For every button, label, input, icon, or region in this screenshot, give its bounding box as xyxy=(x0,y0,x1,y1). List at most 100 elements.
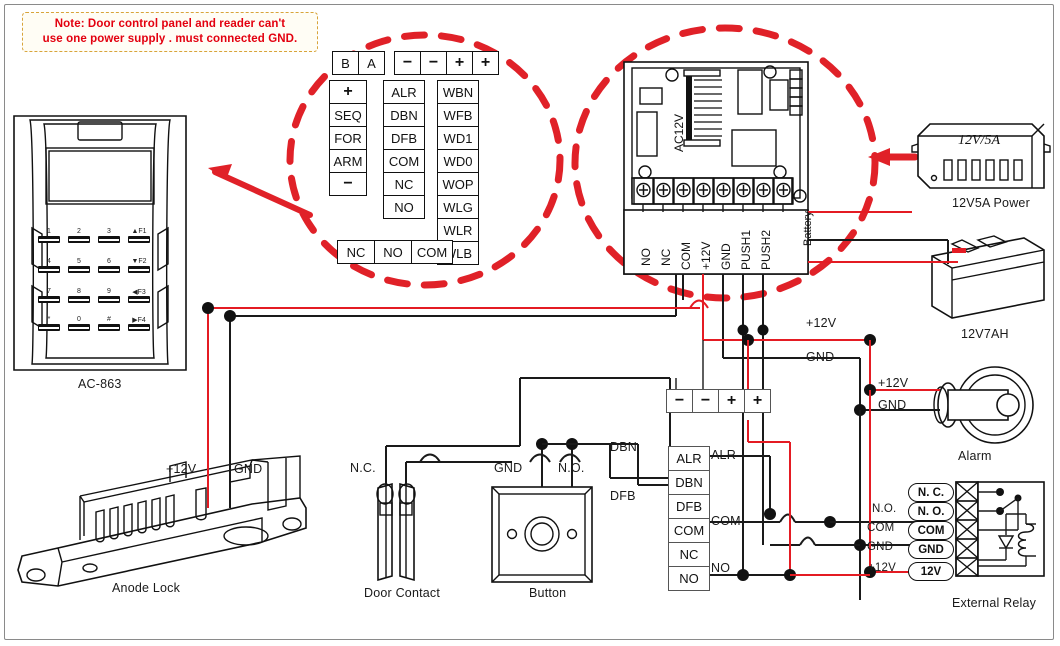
key-3[interactable] xyxy=(98,236,120,243)
key-label-6: 6 xyxy=(107,258,111,265)
terminal-cell-plus: + xyxy=(329,80,367,104)
relay-pin-nc: N. C. xyxy=(908,483,954,502)
panel-cell-alr: ALR xyxy=(668,446,710,471)
bus-label-gnd-top: GND xyxy=(806,350,835,364)
key-label-5: 5 xyxy=(77,258,81,265)
key-label-8: 8 xyxy=(77,288,81,295)
relay-pin-no: N. O. xyxy=(908,502,954,521)
panel-cell-dbn: DBN xyxy=(668,470,710,495)
key-5[interactable] xyxy=(68,266,90,273)
controller-battery-label: Battery xyxy=(802,211,814,246)
terminal-cell-seq: SEQ xyxy=(329,103,367,127)
terminal-cell-plus-1: + xyxy=(446,51,473,75)
controller-terminal-12v: +12V xyxy=(699,241,713,270)
key-1[interactable] xyxy=(38,236,60,243)
key-label-1: 1 xyxy=(47,228,51,235)
note-box: Note: Door control panel and reader can'… xyxy=(22,12,318,52)
relay-wire-no: N.O. xyxy=(872,503,897,515)
terminal-cell-wlr: WLR xyxy=(437,218,479,242)
controller-terminal-push2: PUSH2 xyxy=(759,229,773,270)
key-label-f2: ▼F2 xyxy=(131,258,147,265)
alarm-device xyxy=(933,366,1034,444)
key-f1[interactable] xyxy=(128,236,150,243)
key-label-star: * xyxy=(47,316,51,323)
terminal-cell-arm: ARM xyxy=(329,149,367,173)
terminal-cell-wfb: WFB xyxy=(437,103,479,127)
terminal-table-left: + SEQ FOR ARM − xyxy=(329,80,367,196)
terminal-cell-a: A xyxy=(358,51,385,75)
controller-terminal-push1: PUSH1 xyxy=(739,229,753,270)
panel-cell-minus-2: − xyxy=(692,389,719,413)
controller-terminal-com: COM xyxy=(679,242,693,270)
lock-wire-12v: +12V xyxy=(166,462,197,476)
terminal-cell-relay-com: COM xyxy=(411,240,453,264)
key-f4[interactable] xyxy=(128,324,150,331)
relay-pin-com: COM xyxy=(908,521,954,540)
terminal-cell-wop: WOP xyxy=(437,172,479,196)
key-label-3: 3 xyxy=(107,228,111,235)
door-contact-wire-nc: N.C. xyxy=(350,461,376,475)
external-relay-device xyxy=(955,481,1045,577)
external-relay-caption: External Relay xyxy=(952,596,1037,610)
terminal-table-wiegand: WBN WFB WD1 WD0 WOP WLG WLR WLB xyxy=(437,80,479,265)
relay-wire-gnd: GND xyxy=(867,541,894,553)
terminal-cell-com: COM xyxy=(383,149,425,173)
terminal-cell-nc: NC xyxy=(383,172,425,196)
terminal-table-ba: B A xyxy=(332,51,385,75)
key-star[interactable] xyxy=(38,324,60,331)
panel-polarity-block: − − + + xyxy=(666,389,771,413)
panel-cell-plus-2: + xyxy=(744,389,771,413)
relay-pin-12v: 12V xyxy=(908,562,954,581)
door-contact-device xyxy=(376,482,416,582)
key-2[interactable] xyxy=(68,236,90,243)
terminal-cell-plus-2: + xyxy=(472,51,499,75)
diagram-graphics: .bk{fill:none;stroke:#1a1a1a;stroke-widt… xyxy=(13,24,1051,600)
panel-cell-no: NO xyxy=(668,566,710,591)
wiring-diagram-page: .bk{fill:none;stroke:#1a1a1a;stroke-widt… xyxy=(0,0,1060,646)
terminal-cell-no: NO xyxy=(383,195,425,219)
terminal-cell-wd0: WD0 xyxy=(437,149,479,173)
key-4[interactable] xyxy=(38,266,60,273)
power-supply-body-label: 12V/5A xyxy=(958,133,1000,148)
key-label-f1: ▲F1 xyxy=(131,228,147,235)
battery-caption: 12V7AH xyxy=(961,327,1009,341)
key-6[interactable] xyxy=(98,266,120,273)
panel-cell-minus-1: − xyxy=(666,389,693,413)
terminal-cell-wlg: WLG xyxy=(437,195,479,219)
terminal-cell-dbn: DBN xyxy=(383,103,425,127)
controller-terminal-nc: NC xyxy=(659,248,673,266)
terminal-cell-minus-1: − xyxy=(394,51,421,75)
wiring-misc xyxy=(675,340,704,395)
bus-label-12v-top: +12V xyxy=(806,316,837,330)
key-0[interactable] xyxy=(68,324,90,331)
key-label-9: 9 xyxy=(107,288,111,295)
key-f2[interactable] xyxy=(128,266,150,273)
key-9[interactable] xyxy=(98,296,120,303)
key-hash[interactable] xyxy=(98,324,120,331)
terminal-table-relay-out: NC NO COM xyxy=(337,240,453,264)
reader-caption: AC-863 xyxy=(78,377,122,391)
key-label-f3: ◀F3 xyxy=(132,289,146,296)
key-7[interactable] xyxy=(38,296,60,303)
note-line-2: use one power supply . must connected GN… xyxy=(42,33,298,45)
panel-cell-nc: NC xyxy=(668,542,710,567)
key-label-hash: # xyxy=(107,316,111,323)
button-caption: Button xyxy=(529,586,567,600)
key-8[interactable] xyxy=(68,296,90,303)
note-line-1: Note: Door control panel and reader can'… xyxy=(54,18,286,30)
door-contact-caption: Door Contact xyxy=(364,586,441,600)
lock-wire-gnd: GND xyxy=(234,462,263,476)
key-label-2: 2 xyxy=(77,228,81,235)
panel-wire-com: COM xyxy=(711,514,741,528)
panel-cell-com: COM xyxy=(668,518,710,543)
terminal-cell-b: B xyxy=(332,51,359,75)
button-wire-gnd: GND xyxy=(494,461,523,475)
power-supply-caption: 12V5A Power xyxy=(952,196,1030,210)
terminal-cell-alr: ALR xyxy=(383,80,425,104)
key-f3[interactable] xyxy=(128,296,150,303)
panel-wire-dbn: DBN xyxy=(610,440,637,454)
button-wire-no: N.O. xyxy=(558,461,585,475)
reader-device xyxy=(13,115,187,371)
terminal-table-mid: ALR DBN DFB COM NC NO xyxy=(383,80,425,219)
key-label-f4: ▶F4 xyxy=(132,317,146,324)
